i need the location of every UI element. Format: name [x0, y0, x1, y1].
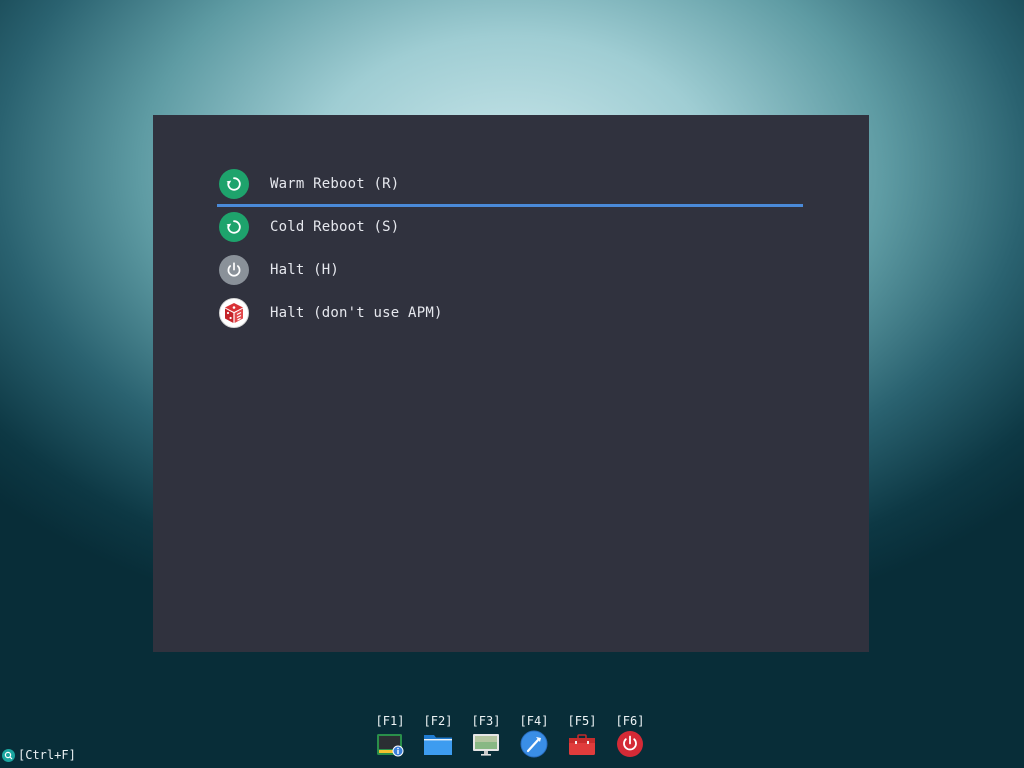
menu-item-label: Halt (H): [270, 261, 340, 278]
menu-item-label: Cold Reboot (S): [270, 218, 400, 235]
taskbar-item-system-info[interactable]: [F1]: [366, 713, 414, 763]
menu-item-halt[interactable]: Halt (H): [217, 248, 803, 291]
shortcut-key-label: [F2]: [423, 714, 453, 728]
taskbar-item-display[interactable]: [F3]: [462, 713, 510, 763]
taskbar-item-shutdown[interactable]: [F6]: [606, 713, 654, 763]
shutdown-menu: Warm Reboot (R) Cold Reboot (S) Halt (H): [217, 162, 803, 334]
power-icon: [615, 730, 645, 758]
menu-item-warm-reboot[interactable]: Warm Reboot (R): [217, 162, 803, 207]
menu-item-label: Warm Reboot (R): [270, 175, 400, 192]
taskbar-item-tools[interactable]: [F4]: [510, 713, 558, 763]
shortcut-key-label: [F6]: [615, 714, 645, 728]
taskbar: [F1] [F2] [F3] [F4] [F5] [F6]: [366, 713, 654, 763]
shortcut-key-label: [F3]: [471, 714, 501, 728]
reboot-icon: [219, 168, 249, 199]
search-shortcut[interactable]: [Ctrl+F]: [2, 746, 76, 764]
toolbox-icon: [567, 730, 597, 758]
menu-item-cold-reboot[interactable]: Cold Reboot (S): [217, 205, 803, 248]
shortcut-key-label: [F4]: [519, 714, 549, 728]
taskbar-item-toolbox[interactable]: [F5]: [558, 713, 606, 763]
menu-item-label: Halt (don't use APM): [270, 304, 443, 321]
tools-icon: [519, 730, 549, 758]
taskbar-item-file-manager[interactable]: [F2]: [414, 713, 462, 763]
shutdown-dialog: Warm Reboot (R) Cold Reboot (S) Halt (H): [153, 115, 869, 652]
monitor-icon: [471, 730, 501, 758]
search-shortcut-label: [Ctrl+F]: [18, 748, 76, 762]
reboot-icon: [219, 211, 249, 242]
search-icon: [2, 748, 15, 762]
power-icon: [219, 254, 249, 285]
dice-icon: [219, 297, 249, 328]
shortcut-key-label: [F5]: [567, 714, 597, 728]
folder-icon: [423, 730, 453, 758]
shortcut-key-label: [F1]: [375, 714, 405, 728]
system-info-icon: [375, 730, 405, 758]
menu-item-halt-no-apm[interactable]: Halt (don't use APM): [217, 291, 803, 334]
